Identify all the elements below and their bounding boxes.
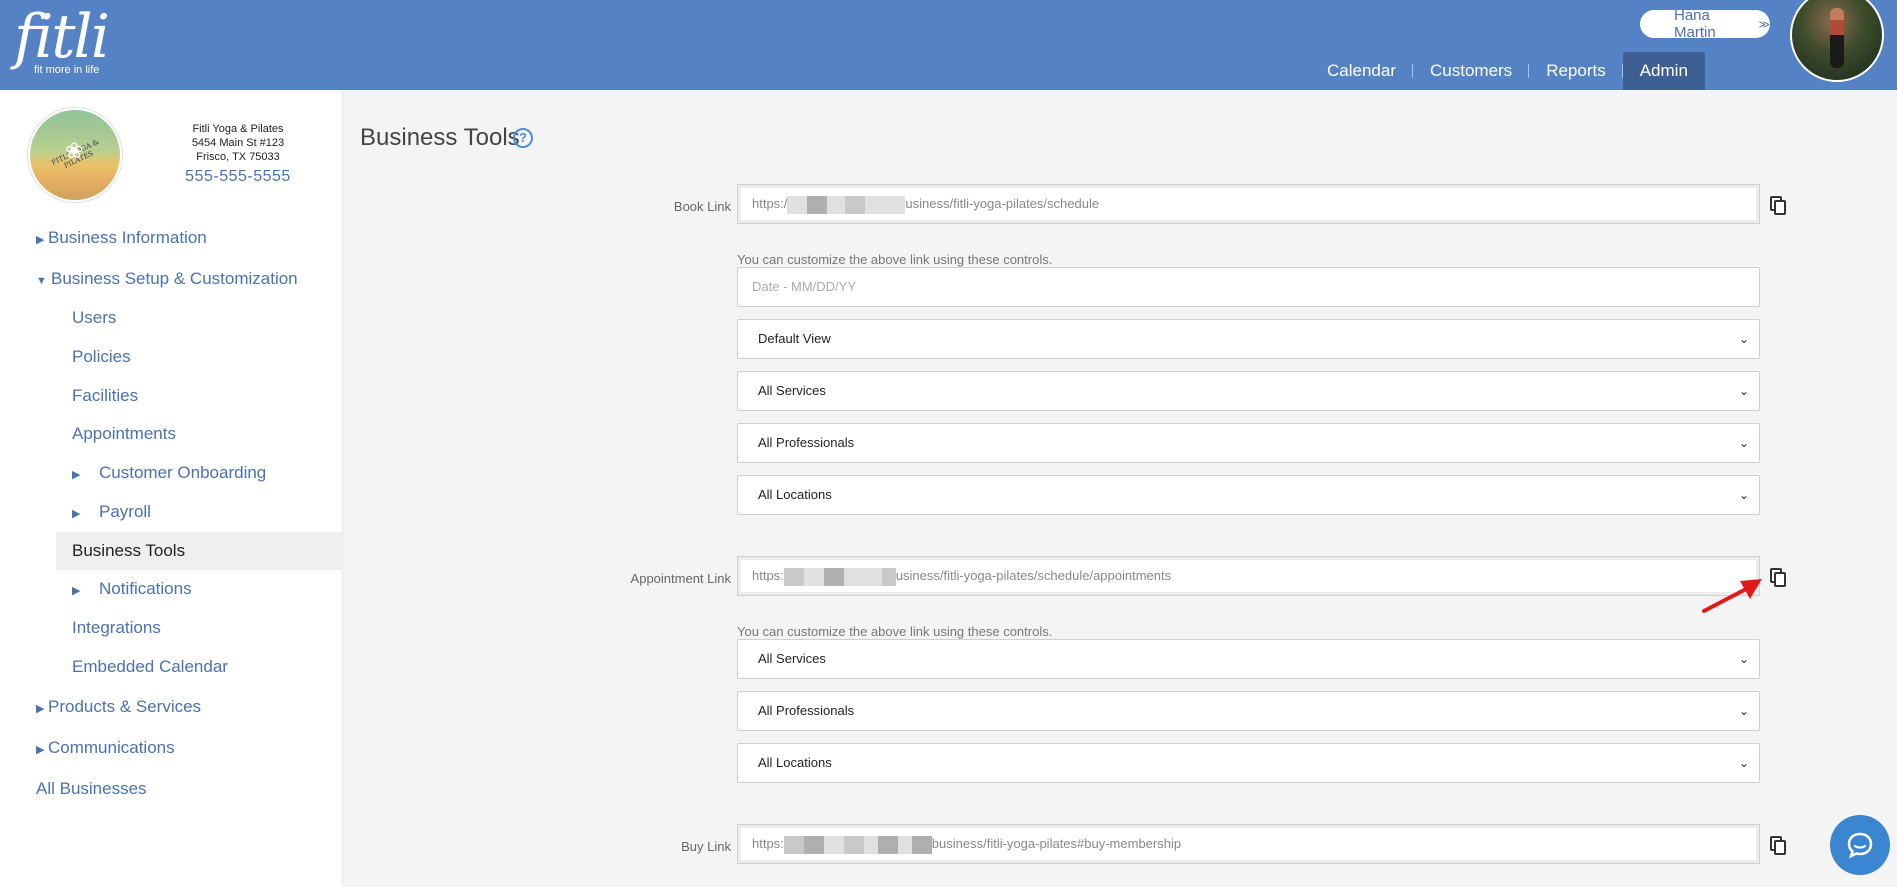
sidebar-item-appointments[interactable]: Appointments: [72, 424, 176, 444]
appointment-services-select[interactable]: All Services ⌄: [737, 639, 1760, 679]
chevron-down-icon: ⌄: [1738, 756, 1749, 770]
copy-icon[interactable]: [1767, 194, 1789, 216]
user-name: Hana Martin: [1674, 7, 1716, 41]
caret-right-icon: ▶: [72, 585, 81, 597]
page-title: Business Tools: [360, 124, 520, 151]
business-name: Fitli Yoga & Pilates: [192, 123, 284, 135]
chevron-down-icon: ⌄: [1738, 652, 1749, 666]
chat-bubble-icon: [1847, 832, 1873, 859]
caret-right-icon: ▶: [36, 234, 45, 246]
buy-link-label: Buy Link: [681, 839, 731, 854]
appointment-professionals-select[interactable]: All Professionals ⌄: [737, 691, 1760, 731]
nav-admin[interactable]: Admin: [1622, 52, 1705, 90]
sidebar-item-payroll[interactable]: ▶ Payroll: [72, 502, 151, 522]
sidebar-item-business-tools[interactable]: Business Tools: [72, 541, 185, 561]
business-phone[interactable]: 555-555-5555: [150, 168, 326, 186]
sidebar-item-label: Communications: [48, 738, 175, 757]
copy-icon[interactable]: [1767, 566, 1789, 588]
help-icon[interactable]: ?: [513, 128, 533, 148]
services-select[interactable]: All Services ⌄: [737, 371, 1760, 411]
sidebar-item-notifications[interactable]: ▶ Notifications: [72, 579, 192, 599]
url-suffix: business/fitli-yoga-pilates#buy-membersh…: [931, 836, 1182, 851]
top-header: fitli fit more in life Hana Martin ≫ Cal…: [0, 0, 1897, 90]
main-content: Business Tools ? Book Link https:/ usines…: [342, 90, 1897, 887]
select-value: Default View: [758, 331, 831, 346]
select-value: All Services: [758, 383, 826, 398]
appointment-link-label: Appointment Link: [630, 571, 731, 586]
appointment-link-field[interactable]: https: usiness/fitli-yoga-pilates/schedul…: [737, 556, 1760, 596]
copy-icon[interactable]: [1767, 834, 1789, 856]
appointment-locations-select[interactable]: All Locations ⌄: [737, 743, 1760, 783]
sidebar-item-facilities[interactable]: Facilities: [72, 386, 138, 406]
sidebar-item-policies[interactable]: Policies: [72, 347, 131, 367]
sidebar-item-communications[interactable]: ▶ Communications: [36, 738, 175, 758]
sidebar-item-label: Business Information: [48, 228, 207, 247]
address-line1: 5454 Main St #123: [191, 137, 285, 149]
book-link-hint: You can customize the above link using t…: [737, 252, 1053, 267]
sidebar: FITLI YOGA & PILATES ❀ Fitli Yoga & Pila…: [0, 90, 342, 887]
book-link-field[interactable]: https:/ usiness/fitli-yoga-pilates/schedu…: [737, 184, 1760, 224]
sidebar-item-customer-onboarding[interactable]: ▶ Customer Onboarding: [72, 463, 266, 483]
fitli-logo[interactable]: fitli fit more in life: [14, 2, 110, 76]
url-prefix: https:/: [752, 196, 788, 211]
url-prefix: https:: [752, 836, 784, 851]
logo-wordmark: fitli: [14, 2, 110, 72]
nav-calendar[interactable]: Calendar: [1310, 52, 1413, 90]
caret-down-icon: ▼: [36, 275, 47, 287]
business-logo: FITLI YOGA & PILATES ❀: [28, 108, 122, 202]
nav-customers[interactable]: Customers: [1413, 52, 1530, 90]
sidebar-item-products-services[interactable]: ▶ Products & Services: [36, 697, 201, 717]
sidebar-item-business-information[interactable]: ▶ Business Information: [36, 228, 207, 248]
locations-select[interactable]: All Locations ⌄: [737, 475, 1760, 515]
sidebar-item-all-businesses[interactable]: All Businesses: [36, 779, 147, 799]
book-link-label: Book Link: [673, 199, 731, 214]
select-value: All Locations: [758, 755, 832, 770]
user-menu[interactable]: Hana Martin ≫: [1640, 7, 1770, 41]
sidebar-item-users[interactable]: Users: [72, 308, 116, 328]
url-suffix: usiness/fitli-yoga-pilates/schedule/appo…: [895, 568, 1172, 583]
caret-right-icon: ▶: [36, 703, 45, 715]
caret-right-icon: ▶: [36, 744, 45, 756]
chat-button[interactable]: [1830, 815, 1890, 875]
caret-right-icon: ▶: [72, 469, 81, 481]
professionals-select[interactable]: All Professionals ⌄: [737, 423, 1760, 463]
annotation-arrow-icon: [1702, 579, 1762, 613]
chevron-down-icon: ⌄: [1738, 384, 1749, 398]
business-address: Fitli Yoga & Pilates 5454 Main St #123 F…: [150, 122, 326, 164]
chevron-down-icon: ≫: [1758, 18, 1770, 31]
select-value: All Professionals: [758, 435, 855, 450]
select-value: All Locations: [758, 487, 832, 502]
sidebar-item-label: Customer Onboarding: [99, 463, 267, 482]
main-nav: Calendar Customers Reports Admin: [1310, 52, 1705, 90]
meditation-icon: ❀: [65, 138, 84, 163]
appointment-link-hint: You can customize the above link using t…: [737, 624, 1053, 639]
url-prefix: https:: [752, 568, 784, 583]
chevron-down-icon: ⌄: [1738, 436, 1749, 450]
nav-reports[interactable]: Reports: [1529, 52, 1623, 90]
address-line2: Frisco, TX 75033: [196, 151, 280, 163]
logo-tagline: fit more in life: [34, 64, 100, 76]
sidebar-item-label: Payroll: [99, 502, 151, 521]
sidebar-item-label: Products & Services: [48, 697, 202, 716]
select-value: All Professionals: [758, 703, 855, 718]
caret-right-icon: ▶: [72, 508, 81, 520]
select-value: All Services: [758, 651, 826, 666]
chevron-down-icon: ⌄: [1738, 488, 1749, 502]
sidebar-item-label: Notifications: [99, 579, 192, 598]
sidebar-item-business-setup[interactable]: ▼ Business Setup & Customization: [36, 269, 298, 289]
chevron-down-icon: ⌄: [1738, 332, 1749, 346]
avatar[interactable]: [1790, 0, 1884, 82]
sidebar-item-embedded-calendar[interactable]: Embedded Calendar: [72, 657, 228, 677]
view-select[interactable]: Default View ⌄: [737, 319, 1760, 359]
sidebar-item-label: Business Setup & Customization: [51, 269, 298, 288]
chevron-down-icon: ⌄: [1738, 704, 1749, 718]
date-input[interactable]: Date - MM/DD/YY: [737, 267, 1760, 307]
buy-link-field[interactable]: https: business/fitli-yoga-pilates#buy-me…: [737, 824, 1760, 864]
sidebar-item-integrations[interactable]: Integrations: [72, 618, 161, 638]
url-suffix: usiness/fitli-yoga-pilates/schedule: [905, 196, 1100, 211]
